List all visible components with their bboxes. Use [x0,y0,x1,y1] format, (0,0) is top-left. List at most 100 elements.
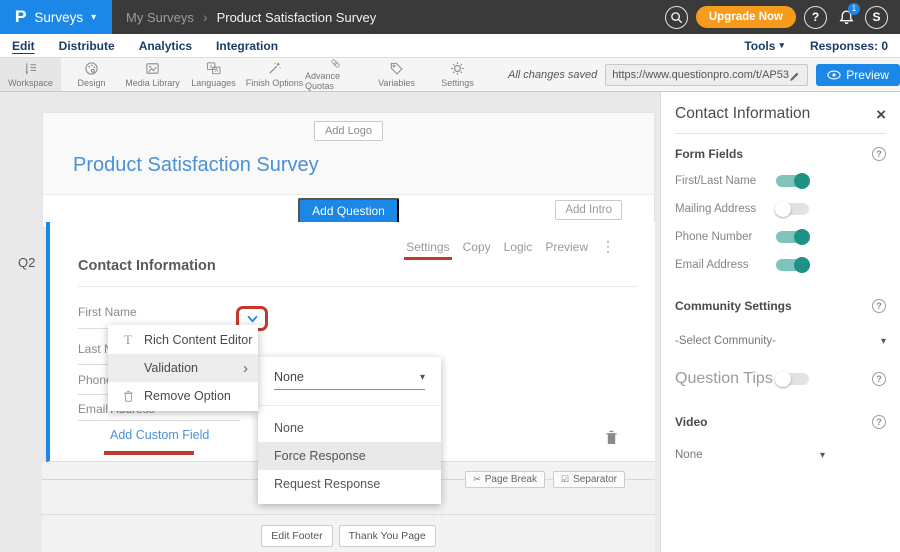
toggle-knob [794,229,810,245]
question-number: Q2 [18,255,35,270]
breadcrumb-current-survey: Product Satisfaction Survey [217,10,377,25]
product-label: Surveys [34,10,83,25]
question-settings-panel: Contact Information × Form Fields ? Firs… [660,92,900,552]
menu-item-remove-option[interactable]: Remove Option [108,382,258,410]
close-icon[interactable]: × [876,106,886,123]
help-icon[interactable]: ? [872,415,886,429]
toggle-knob [794,173,810,189]
menu-item-validation[interactable]: Validation › [108,354,258,382]
field-email-line [78,420,240,421]
first-last-name-toggle[interactable] [776,175,809,187]
product-switcher[interactable]: P Surveys ▾ [0,0,112,34]
tools-label: Tools [744,39,775,53]
toolbar-item-finish-options[interactable]: Finish Options [244,58,305,91]
page-break-button[interactable]: ✂ Page Break [465,471,545,488]
delete-question-button[interactable] [605,430,618,445]
add-question-button[interactable]: Add Question [298,198,399,224]
question-title[interactable]: Contact Information [78,258,216,274]
thank-you-page-button[interactable]: Thank You Page [339,525,436,547]
search-button[interactable] [665,6,688,29]
question-action-logic[interactable]: Logic [504,240,533,254]
validation-option-request-response[interactable]: Request Response [258,470,441,498]
chain-links-icon [328,58,343,69]
breadcrumb-my-surveys[interactable]: My Surveys [126,10,194,25]
tab-analytics[interactable]: Analytics [139,39,192,53]
validation-select[interactable]: None ▾ [274,370,425,390]
toolbar-label: Finish Options [246,78,304,88]
help-button[interactable]: ? [804,6,827,29]
question-action-settings[interactable]: Settings [406,240,449,254]
toolbar-item-languages[interactable]: xA Languages [183,58,244,91]
tag-icon [389,61,404,76]
question-action-copy[interactable]: Copy [463,240,491,254]
add-logo-button[interactable]: Add Logo [314,121,383,141]
upgrade-now-label: Upgrade Now [709,11,783,23]
edit-footer-button[interactable]: Edit Footer [261,525,332,547]
notifications-button[interactable]: 1 [835,6,857,29]
validation-option-force-response[interactable]: Force Response [258,442,441,470]
help-icon[interactable]: ? [872,299,886,313]
toggle-label: Email Address [675,259,776,271]
languages-icon: xA [206,61,221,76]
toolbar-item-workspace[interactable]: Workspace [0,58,61,91]
upgrade-now-button[interactable]: Upgrade Now [696,6,796,28]
pencil-icon[interactable] [789,69,801,81]
community-select[interactable]: -Select Community- ▾ [675,335,886,347]
annotation-underline-settings [404,257,451,260]
mailing-address-toggle[interactable] [776,203,809,215]
avatar-initial: S [872,10,880,24]
trash-icon [605,430,618,445]
video-select[interactable]: None ▾ [675,449,825,461]
menu-item-label: Rich Content Editor [144,333,252,347]
tab-edit[interactable]: Edit [12,39,35,53]
separator-button[interactable]: ☑ Separator [553,471,625,488]
toolbar-item-settings[interactable]: Settings [427,58,488,91]
add-intro-button[interactable]: Add Intro [555,200,622,220]
nav-tabs: Edit Distribute Analytics Integration [12,39,278,53]
tab-distribute[interactable]: Distribute [59,39,115,53]
tab-integration[interactable]: Integration [216,39,278,53]
survey-url-field[interactable]: https://www.questionpro.com/t/AP53kZgUI [605,64,808,86]
toolbar-item-advance-quotas[interactable]: Advance Quotas [305,58,366,91]
tools-menu[interactable]: Tools ▾ [744,39,784,53]
phone-number-toggle[interactable] [776,231,809,243]
toolbar-item-media-library[interactable]: Media Library [122,58,183,91]
panel-title: Contact Information [675,105,810,123]
question-action-preview[interactable]: Preview [545,240,588,254]
toolbar-item-design[interactable]: Design [61,58,122,91]
toggle-knob [775,201,791,217]
help-icon[interactable]: ? [872,372,886,386]
add-custom-field-link[interactable]: Add Custom Field [110,428,209,442]
toolbar-label: Media Library [125,78,180,88]
more-options-icon[interactable]: ⋮ [601,238,615,255]
menu-item-rich-content-editor[interactable]: T Rich Content Editor [108,326,258,354]
help-icon[interactable]: ? [872,147,886,161]
chevron-down-icon: ▾ [91,12,96,23]
section-nav: Edit Distribute Analytics Integration To… [0,34,900,58]
toolbar-label: Variables [378,78,415,88]
field-first-name[interactable]: First Name [78,305,137,319]
toolbar-item-variables[interactable]: Variables [366,58,427,91]
media-library-icon [145,61,160,76]
editor-toolbar: Workspace Design Media Library xA Langua… [0,58,900,92]
page-break-label: Page Break [485,474,537,485]
toggle-row-question-tips: Question Tips ? [675,371,886,387]
question-tips-toggle[interactable] [776,373,809,385]
survey-title[interactable]: Product Satisfaction Survey [73,154,654,177]
preview-button[interactable]: Preview [816,64,900,86]
toggle-row-mailing-address: Mailing Address [675,201,886,217]
toolbar-label: Workspace [8,78,53,88]
scissors-icon: ✂ [473,474,481,485]
field-menu-chevron-icon[interactable] [246,315,259,323]
top-bar: P Surveys ▾ My Surveys › Product Satisfa… [0,0,900,34]
validation-option-none[interactable]: None [258,414,441,442]
question-actions: Settings Copy Logic Preview ⋮ [406,238,615,255]
email-address-toggle[interactable] [776,259,809,271]
account-avatar[interactable]: S [865,6,888,29]
toggle-knob [794,257,810,273]
search-icon [670,11,683,24]
validation-select-value: None [274,370,304,384]
community-select-value: -Select Community- [675,335,776,347]
design-palette-icon [84,61,99,76]
separator-label: Separator [573,474,617,485]
